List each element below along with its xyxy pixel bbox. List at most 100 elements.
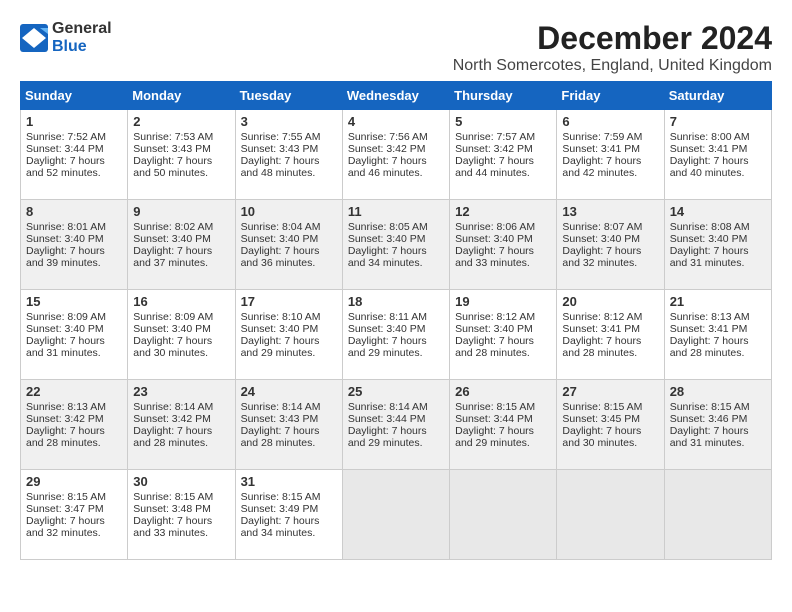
calendar-cell: 31Sunrise: 8:15 AMSunset: 3:49 PMDayligh…	[235, 470, 342, 560]
sunset: Sunset: 3:49 PM	[241, 503, 319, 515]
header-wednesday: Wednesday	[342, 82, 449, 110]
sunrise: Sunrise: 8:10 AM	[241, 311, 321, 323]
day-number: 12	[455, 204, 551, 219]
sunset: Sunset: 3:40 PM	[455, 233, 533, 245]
sunrise: Sunrise: 8:15 AM	[670, 401, 750, 413]
daylight: Daylight: 7 hours and 28 minutes.	[670, 335, 749, 359]
calendar-cell	[557, 470, 664, 560]
daylight: Daylight: 7 hours and 30 minutes.	[133, 335, 212, 359]
header-thursday: Thursday	[450, 82, 557, 110]
daylight: Daylight: 7 hours and 37 minutes.	[133, 245, 212, 269]
calendar-cell: 13Sunrise: 8:07 AMSunset: 3:40 PMDayligh…	[557, 200, 664, 290]
day-number: 14	[670, 204, 766, 219]
calendar-cell: 25Sunrise: 8:14 AMSunset: 3:44 PMDayligh…	[342, 380, 449, 470]
calendar-cell: 14Sunrise: 8:08 AMSunset: 3:40 PMDayligh…	[664, 200, 771, 290]
logo-text: General Blue	[52, 20, 112, 56]
sunset: Sunset: 3:40 PM	[348, 323, 426, 335]
sunrise: Sunrise: 8:14 AM	[241, 401, 321, 413]
calendar-table: SundayMondayTuesdayWednesdayThursdayFrid…	[20, 81, 772, 560]
daylight: Daylight: 7 hours and 36 minutes.	[241, 245, 320, 269]
daylight: Daylight: 7 hours and 29 minutes.	[241, 335, 320, 359]
week-row-1: 1Sunrise: 7:52 AMSunset: 3:44 PMDaylight…	[21, 110, 772, 200]
sunrise: Sunrise: 8:12 AM	[455, 311, 535, 323]
logo: General Blue	[20, 20, 112, 56]
sunrise: Sunrise: 8:15 AM	[133, 491, 213, 503]
main-title: December 2024	[453, 20, 772, 57]
calendar-cell: 30Sunrise: 8:15 AMSunset: 3:48 PMDayligh…	[128, 470, 235, 560]
day-number: 28	[670, 384, 766, 399]
day-number: 22	[26, 384, 122, 399]
calendar-cell: 19Sunrise: 8:12 AMSunset: 3:40 PMDayligh…	[450, 290, 557, 380]
sunrise: Sunrise: 8:14 AM	[133, 401, 213, 413]
daylight: Daylight: 7 hours and 28 minutes.	[241, 425, 320, 449]
sunset: Sunset: 3:40 PM	[670, 233, 748, 245]
sunrise: Sunrise: 8:14 AM	[348, 401, 428, 413]
sunrise: Sunrise: 7:59 AM	[562, 131, 642, 143]
sunrise: Sunrise: 8:05 AM	[348, 221, 428, 233]
day-number: 9	[133, 204, 229, 219]
sunrise: Sunrise: 8:02 AM	[133, 221, 213, 233]
calendar-cell: 2Sunrise: 7:53 AMSunset: 3:43 PMDaylight…	[128, 110, 235, 200]
sunrise: Sunrise: 7:57 AM	[455, 131, 535, 143]
calendar-cell: 3Sunrise: 7:55 AMSunset: 3:43 PMDaylight…	[235, 110, 342, 200]
daylight: Daylight: 7 hours and 28 minutes.	[26, 425, 105, 449]
daylight: Daylight: 7 hours and 28 minutes.	[562, 335, 641, 359]
day-number: 2	[133, 114, 229, 129]
calendar-cell: 1Sunrise: 7:52 AMSunset: 3:44 PMDaylight…	[21, 110, 128, 200]
sunrise: Sunrise: 7:55 AM	[241, 131, 321, 143]
sunset: Sunset: 3:47 PM	[26, 503, 104, 515]
day-number: 18	[348, 294, 444, 309]
daylight: Daylight: 7 hours and 32 minutes.	[562, 245, 641, 269]
day-number: 26	[455, 384, 551, 399]
day-number: 27	[562, 384, 658, 399]
day-number: 13	[562, 204, 658, 219]
sunrise: Sunrise: 7:56 AM	[348, 131, 428, 143]
calendar-cell: 23Sunrise: 8:14 AMSunset: 3:42 PMDayligh…	[128, 380, 235, 470]
calendar-cell: 21Sunrise: 8:13 AMSunset: 3:41 PMDayligh…	[664, 290, 771, 380]
daylight: Daylight: 7 hours and 33 minutes.	[133, 515, 212, 539]
calendar-cell	[342, 470, 449, 560]
sunrise: Sunrise: 8:00 AM	[670, 131, 750, 143]
header-tuesday: Tuesday	[235, 82, 342, 110]
day-number: 4	[348, 114, 444, 129]
sunrise: Sunrise: 8:06 AM	[455, 221, 535, 233]
sunset: Sunset: 3:40 PM	[26, 323, 104, 335]
subtitle: North Somercotes, England, United Kingdo…	[453, 57, 772, 75]
calendar-cell: 24Sunrise: 8:14 AMSunset: 3:43 PMDayligh…	[235, 380, 342, 470]
sunset: Sunset: 3:43 PM	[133, 143, 211, 155]
sunset: Sunset: 3:42 PM	[26, 413, 104, 425]
day-number: 19	[455, 294, 551, 309]
daylight: Daylight: 7 hours and 52 minutes.	[26, 155, 105, 179]
calendar-cell: 22Sunrise: 8:13 AMSunset: 3:42 PMDayligh…	[21, 380, 128, 470]
sunrise: Sunrise: 8:11 AM	[348, 311, 427, 323]
daylight: Daylight: 7 hours and 44 minutes.	[455, 155, 534, 179]
logo-general: General	[52, 20, 112, 37]
sunrise: Sunrise: 7:53 AM	[133, 131, 213, 143]
calendar-cell: 17Sunrise: 8:10 AMSunset: 3:40 PMDayligh…	[235, 290, 342, 380]
sunrise: Sunrise: 8:15 AM	[241, 491, 321, 503]
day-number: 3	[241, 114, 337, 129]
calendar-cell: 11Sunrise: 8:05 AMSunset: 3:40 PMDayligh…	[342, 200, 449, 290]
calendar-cell: 6Sunrise: 7:59 AMSunset: 3:41 PMDaylight…	[557, 110, 664, 200]
logo-icon	[20, 24, 48, 52]
calendar-cell: 28Sunrise: 8:15 AMSunset: 3:46 PMDayligh…	[664, 380, 771, 470]
calendar-cell	[664, 470, 771, 560]
calendar-cell: 8Sunrise: 8:01 AMSunset: 3:40 PMDaylight…	[21, 200, 128, 290]
calendar-cell: 18Sunrise: 8:11 AMSunset: 3:40 PMDayligh…	[342, 290, 449, 380]
sunset: Sunset: 3:46 PM	[670, 413, 748, 425]
sunset: Sunset: 3:43 PM	[241, 413, 319, 425]
sunset: Sunset: 3:42 PM	[455, 143, 533, 155]
calendar-cell	[450, 470, 557, 560]
daylight: Daylight: 7 hours and 40 minutes.	[670, 155, 749, 179]
daylight: Daylight: 7 hours and 28 minutes.	[455, 335, 534, 359]
sunset: Sunset: 3:48 PM	[133, 503, 211, 515]
day-number: 11	[348, 204, 444, 219]
calendar-cell: 12Sunrise: 8:06 AMSunset: 3:40 PMDayligh…	[450, 200, 557, 290]
sunset: Sunset: 3:40 PM	[241, 323, 319, 335]
header: General Blue December 2024 North Somerco…	[20, 20, 772, 75]
sunset: Sunset: 3:45 PM	[562, 413, 640, 425]
daylight: Daylight: 7 hours and 32 minutes.	[26, 515, 105, 539]
sunrise: Sunrise: 8:09 AM	[133, 311, 213, 323]
calendar-cell: 26Sunrise: 8:15 AMSunset: 3:44 PMDayligh…	[450, 380, 557, 470]
sunrise: Sunrise: 8:08 AM	[670, 221, 750, 233]
